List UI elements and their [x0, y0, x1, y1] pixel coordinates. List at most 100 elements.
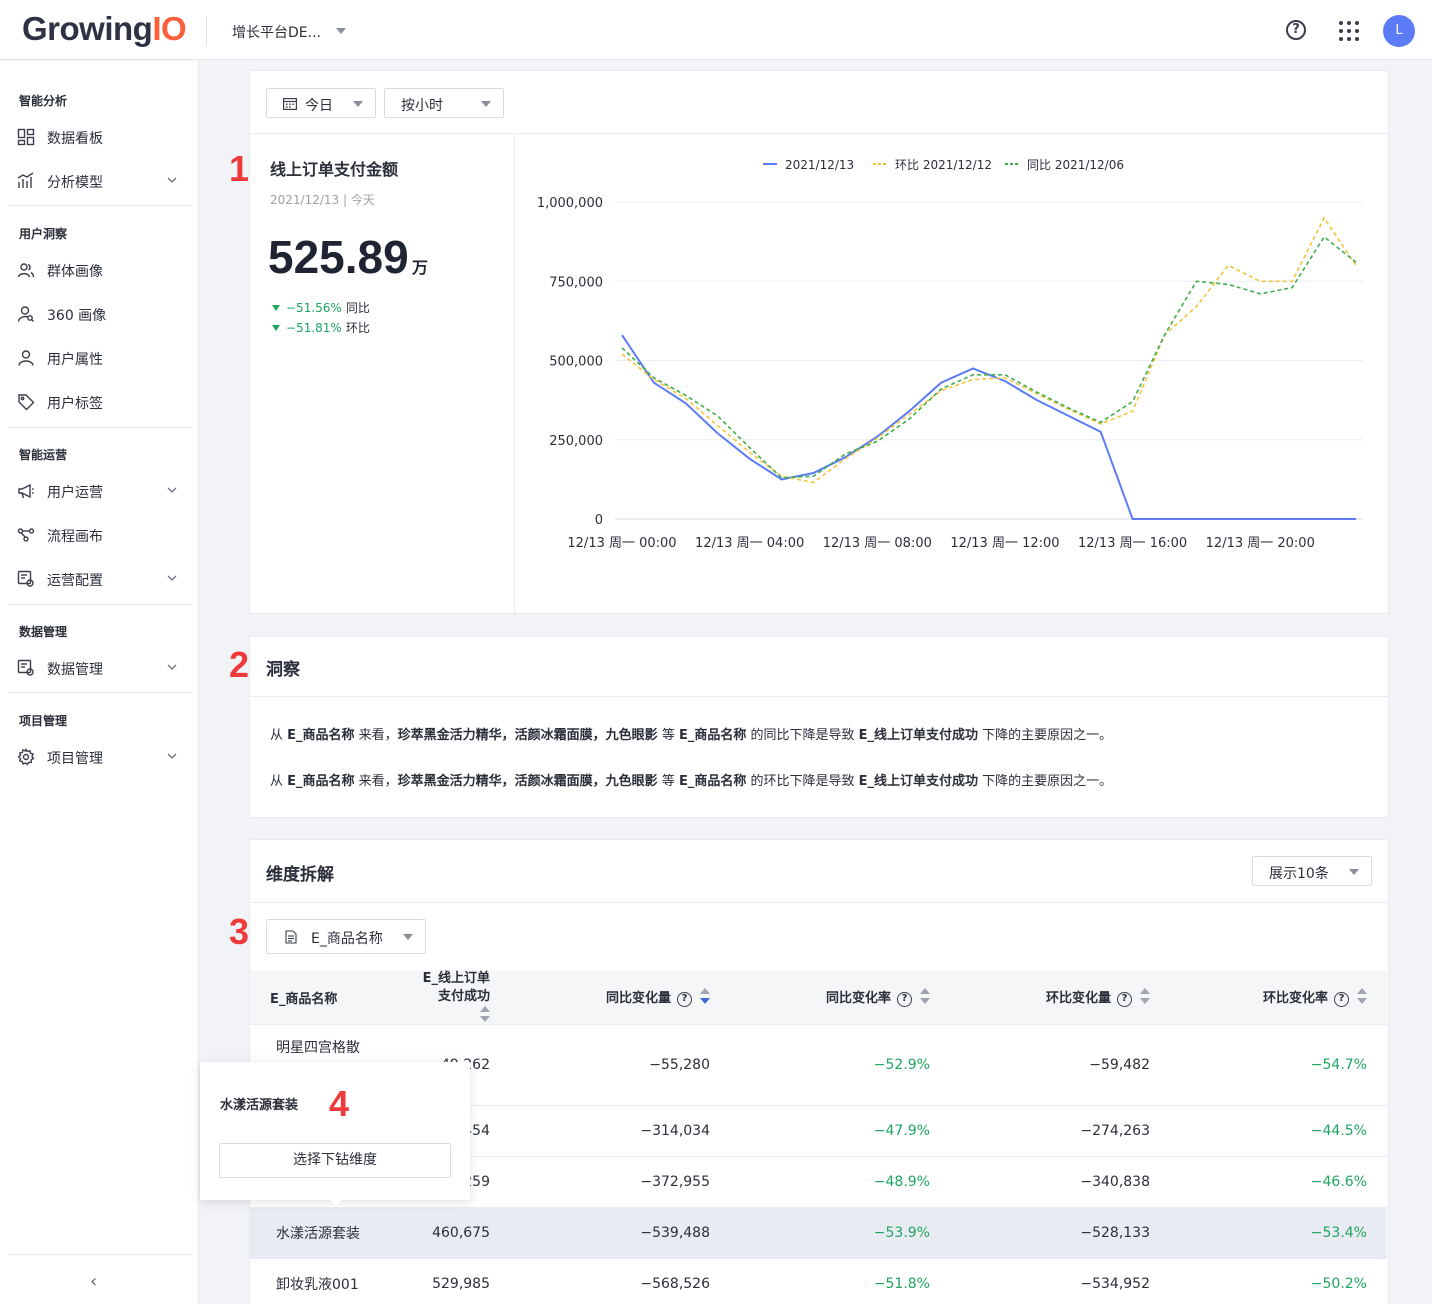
sidebar-item-label: 流程画布 — [47, 529, 103, 545]
sidebar-item-analysis-model[interactable]: 分析模型 — [0, 161, 199, 201]
cell-name[interactable]: 卸妆乳液001 — [250, 1258, 390, 1304]
cell-name[interactable]: 水漾活源套装 — [250, 1207, 390, 1259]
cell-mom-rate: −54.7% — [1170, 1024, 1387, 1106]
select-drilldown-button[interactable]: 选择下钻维度 — [219, 1143, 451, 1178]
text: 等 — [657, 774, 679, 789]
sidebar-section-title: 智能运营 — [19, 448, 68, 462]
sort-icon[interactable] — [480, 1006, 490, 1024]
text: 等 — [657, 728, 679, 743]
avatar[interactable]: L — [1383, 15, 1415, 47]
date-range-select[interactable]: 今日 — [266, 88, 376, 118]
dimension-name: E_商品名称 — [287, 728, 355, 743]
help-icon[interactable]: ? — [677, 992, 692, 1007]
sidebar-item-group-portrait[interactable]: 群体画像 — [0, 250, 199, 290]
sidebar-item-user-attributes[interactable]: 用户属性 — [0, 338, 199, 378]
column-header[interactable]: E_线上订单 支付成功 — [390, 970, 510, 1025]
help-icon[interactable]: ? — [1286, 20, 1306, 40]
show-count-select[interactable]: 展示10条 — [1252, 856, 1372, 886]
popover-title: 水漾活源套装 — [220, 1098, 299, 1113]
insight-card: 洞察 从 E_商品名称 来看，珍萃黑金活力精华，活颜冰霜面膜，九色眼影 等 E_… — [249, 636, 1389, 818]
project-selector[interactable]: 增长平台DE... — [232, 22, 321, 42]
table-row-highlighted[interactable]: 水漾活源套装 460,675 −539,488 −53.9% −528,133 … — [250, 1207, 1387, 1259]
insight-line: 从 E_商品名称 来看，珍萃黑金活力精华，活颜冰霜面膜，九色眼影 等 E_商品名… — [270, 770, 1112, 789]
sort-icon[interactable] — [700, 988, 710, 1006]
divider — [8, 205, 191, 206]
sidebar-item-data-management[interactable]: 数据管理 — [0, 648, 199, 688]
granularity-select[interactable]: 按小时 — [384, 88, 504, 118]
cell-yoy-rate: −53.9% — [730, 1207, 950, 1259]
column-label: E_线上订单 支付成功 — [422, 971, 490, 1004]
cell-yoy: −568,526 — [510, 1258, 730, 1304]
help-icon[interactable]: ? — [897, 992, 912, 1007]
sidebar-item-label: 项目管理 — [47, 751, 103, 767]
chevron-down-icon — [481, 101, 491, 107]
cell-yoy: −372,955 — [510, 1156, 730, 1208]
sidebar-section-title: 数据管理 — [19, 625, 68, 639]
tag-icon — [18, 394, 35, 411]
date-range-label: 今日 — [305, 98, 333, 114]
y-tick-label: 500,000 — [549, 355, 603, 370]
column-header[interactable]: 同比变化量? — [510, 970, 730, 1025]
cell-mom-rate: −46.6% — [1170, 1156, 1387, 1208]
sidebar-item-dashboard[interactable]: 数据看板 — [0, 117, 199, 157]
metric-name: E_线上订单支付成功 — [858, 774, 978, 789]
mom-label: 环比 — [345, 321, 370, 335]
column-header[interactable]: 环比变化量? — [950, 970, 1170, 1025]
sidebar-item-operation-config[interactable]: 运营配置 — [0, 559, 199, 599]
text: 下降的主要原因之一。 — [978, 774, 1113, 789]
series-line-1 — [621, 216, 1357, 484]
x-tick-label: 12/13 周一 16:00 — [1078, 536, 1187, 551]
divider — [8, 692, 191, 693]
data-manage-icon — [17, 659, 34, 676]
metric-card: 今日 按小时 线上订单支付金额 2021/12/13 | 今天 525.89 万… — [249, 70, 1389, 614]
divider — [8, 1254, 191, 1255]
dimension-name: E_商品名称 — [678, 728, 747, 743]
legend-label: 同比 2021/12/06 — [1027, 158, 1124, 172]
cell-value: 529,985 — [390, 1258, 510, 1304]
collapse-sidebar-button[interactable]: ‹ — [90, 1271, 97, 1292]
column-label: 同比变化量 — [605, 991, 671, 1006]
sidebar-item-360-portrait[interactable]: 360 画像 — [0, 294, 199, 334]
dimension-title: 维度拆解 — [266, 865, 334, 885]
help-icon[interactable]: ? — [1334, 992, 1349, 1007]
dimension-select[interactable]: E_商品名称 — [266, 919, 426, 954]
cell-yoy: −55,280 — [510, 1024, 730, 1106]
dimension-select-label: E_商品名称 — [311, 931, 383, 947]
user-search-icon — [17, 306, 34, 322]
dimension-name: E_商品名称 — [678, 774, 747, 789]
growingio-logo[interactable]: GrowingIO — [22, 10, 187, 48]
apps-grid-icon[interactable] — [1338, 20, 1360, 42]
table-row[interactable]: 卸妆乳液001 529,985 −568,526 −51.8% −534,952… — [250, 1258, 1387, 1304]
help-icon[interactable]: ? — [1117, 992, 1132, 1007]
chevron-down-icon[interactable] — [336, 28, 346, 34]
chevron-down-icon — [353, 101, 363, 107]
cell-yoy-rate: −51.8% — [730, 1258, 950, 1304]
sidebar-item-flow-canvas[interactable]: 流程画布 — [0, 515, 199, 555]
sidebar-section-title: 用户洞察 — [19, 227, 68, 241]
column-header[interactable]: 环比变化率? — [1170, 970, 1387, 1025]
metric-name: E_线上订单支付成功 — [858, 728, 978, 743]
annotation-number: 2 — [229, 644, 250, 685]
cell-mom: −528,133 — [950, 1207, 1170, 1259]
insight-line: 从 E_商品名称 来看，珍萃黑金活力精华，活颜冰霜面膜，九色眼影 等 E_商品名… — [270, 724, 1112, 743]
trend-line-chart[interactable]: 1,000,000 750,000 500,000 250,000 0 12/13 周一 … — [515, 134, 1388, 614]
cell-yoy: −314,034 — [510, 1105, 730, 1157]
legend-label: 环比 2021/12/12 — [895, 158, 992, 172]
cell-mom: −340,838 — [950, 1156, 1170, 1208]
sort-icon[interactable] — [920, 988, 930, 1006]
metric-summary: 线上订单支付金额 2021/12/13 | 今天 525.89 万 −51.56… — [250, 134, 514, 614]
sidebar-item-user-operations[interactable]: 用户运营 — [0, 471, 199, 511]
sort-icon[interactable] — [1357, 988, 1367, 1006]
table-header-row: E_商品名称 E_线上订单 支付成功 同比变化量? 同比变化率? 环比变化量? … — [250, 970, 1387, 1025]
megaphone-icon — [18, 483, 34, 499]
cell-yoy-rate: −52.9% — [730, 1024, 950, 1106]
sidebar-item-project-management[interactable]: 项目管理 — [0, 737, 199, 777]
sidebar-item-label: 360 画像 — [47, 308, 107, 324]
sidebar-section-title: 智能分析 — [19, 94, 68, 108]
column-label: 环比变化量 — [1045, 991, 1111, 1006]
sidebar-item-label: 用户属性 — [47, 352, 103, 368]
column-header[interactable]: 同比变化率? — [730, 970, 950, 1025]
sidebar-item-user-tags[interactable]: 用户标签 — [0, 382, 199, 422]
sort-icon[interactable] — [1140, 988, 1150, 1006]
annotation-number: 3 — [229, 911, 250, 952]
